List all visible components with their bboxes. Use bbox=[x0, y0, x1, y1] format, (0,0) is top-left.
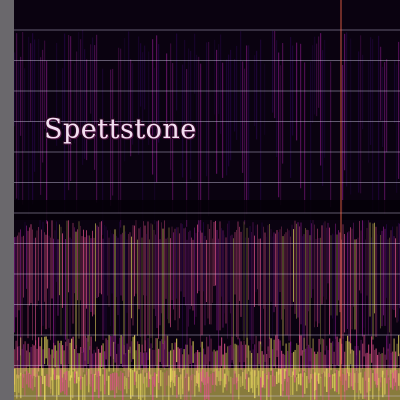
left-margin-band bbox=[0, 0, 14, 400]
album-title: Spettstone bbox=[44, 114, 197, 145]
spectrogram-artwork bbox=[0, 0, 400, 400]
